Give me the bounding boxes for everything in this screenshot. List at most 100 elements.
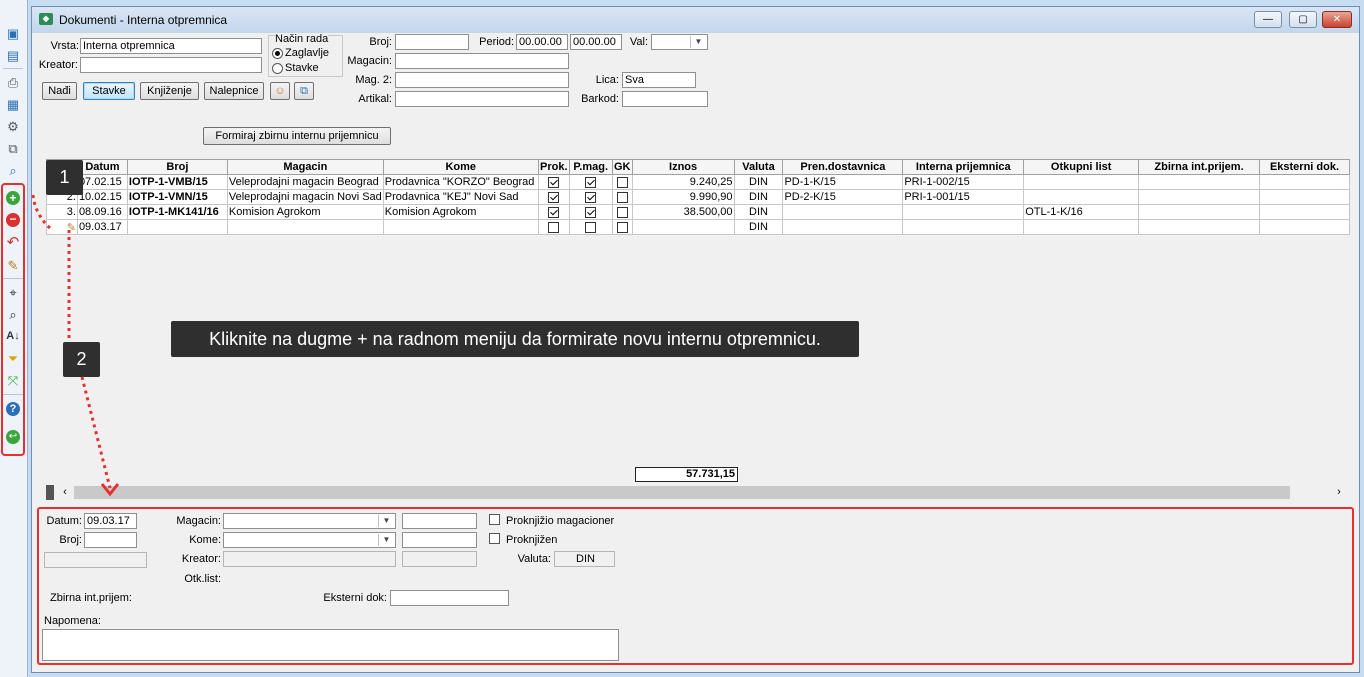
arrow-to-row: [31, 194, 54, 232]
period-from-field[interactable]: 00.00.00: [516, 34, 568, 50]
detail-kreator-code-field: [402, 551, 477, 567]
zaglavlje-radio[interactable]: [272, 48, 283, 59]
checkbox-unchecked[interactable]: [616, 191, 628, 203]
checkbox-checked[interactable]: [548, 191, 560, 203]
col-interna-prijemnica[interactable]: Interna prijemnica: [902, 159, 1025, 175]
cell-eksterni: [1258, 189, 1351, 205]
table-row[interactable]: 3. 08.09.16 IOTP-1-MK141/16 Komision Agr…: [46, 204, 1351, 220]
cell-pren: [782, 204, 904, 220]
horizontal-scrollbar[interactable]: ‹ ›: [46, 485, 1350, 502]
cell-prok[interactable]: [537, 204, 570, 220]
col-prok[interactable]: Prok.: [537, 159, 570, 175]
cell-otkupni: [1023, 174, 1140, 190]
detail-kome-code-field[interactable]: [402, 532, 477, 548]
proknjizen-checkbox[interactable]: [489, 533, 500, 544]
checkbox-unchecked[interactable]: [616, 206, 628, 218]
cell-prok[interactable]: [537, 174, 570, 190]
period-to-field[interactable]: 00.00.00: [570, 34, 622, 50]
cell-iznos: [631, 219, 735, 235]
cell-prok[interactable]: [537, 219, 570, 235]
cell-kome: Prodavnica "KEJ" Novi Sad: [382, 189, 539, 205]
scroll-thumb[interactable]: [74, 486, 1290, 499]
detail-magacin-label: Magacin:: [176, 515, 221, 527]
mag2-field[interactable]: [395, 72, 569, 88]
checkbox-checked[interactable]: [548, 176, 560, 188]
napomena-textarea[interactable]: [42, 629, 619, 661]
cell-gk[interactable]: [611, 204, 633, 220]
detail-magacin-dropdown[interactable]: ▼: [223, 513, 396, 529]
cell-gk[interactable]: [611, 219, 633, 235]
val-dropdown[interactable]: ▼: [651, 34, 708, 50]
cell-interna: [902, 204, 1025, 220]
cell-zbirna: [1138, 219, 1260, 235]
maximize-button[interactable]: ▢: [1289, 11, 1317, 28]
cell-pmag[interactable]: [568, 204, 613, 220]
table-row-new[interactable]: ✎ 09.03.17 DIN: [46, 219, 1351, 235]
tree-view-icon[interactable]: ⧉: [294, 82, 314, 100]
broj-field[interactable]: [395, 34, 469, 50]
checkbox-checked[interactable]: [585, 191, 597, 203]
chevron-down-icon: ▼: [378, 534, 394, 546]
cell-gk[interactable]: [611, 189, 633, 205]
close-button[interactable]: ✕: [1322, 11, 1352, 28]
cell-pren: PD-2-K/15: [782, 189, 904, 205]
eksterni-field[interactable]: [390, 590, 509, 606]
proknjizen-label: Proknjižen: [506, 534, 558, 546]
col-gk[interactable]: GK: [611, 159, 633, 175]
zbirna-label: Zbirna int.prijem:: [50, 592, 132, 604]
col-kome[interactable]: Kome: [382, 159, 539, 175]
artikal-field[interactable]: [395, 91, 569, 107]
checkbox-checked[interactable]: [548, 206, 560, 218]
magacin-field[interactable]: [395, 53, 569, 69]
col-iznos[interactable]: Iznos: [631, 159, 735, 175]
formiraj-zbirnu-button[interactable]: Formiraj zbirnu internu prijemnicu: [203, 127, 391, 145]
checkbox-unchecked[interactable]: [585, 221, 597, 233]
checkbox-unchecked[interactable]: [616, 176, 628, 188]
user-info-icon[interactable]: ☺: [270, 82, 290, 100]
cell-magacin: Veleprodajni magacin Novi Sad: [226, 189, 384, 205]
checkbox-checked[interactable]: [585, 176, 597, 188]
detail-datum-field[interactable]: 09.03.17: [84, 513, 137, 529]
lica-field[interactable]: Sva: [622, 72, 696, 88]
cell-pren: [782, 219, 904, 235]
table-row[interactable]: 2. 10.02.15 IOTP-1-VMN/15 Veleprodajni m…: [46, 189, 1351, 205]
cell-gk[interactable]: [611, 174, 633, 190]
col-pren-dostavnica[interactable]: Pren.dostavnica: [782, 159, 904, 175]
col-magacin[interactable]: Magacin: [226, 159, 384, 175]
checkbox-checked[interactable]: [585, 206, 597, 218]
table-row[interactable]: 1. 07.02.15 IOTP-1-VMB/15 Veleprodajni m…: [46, 174, 1351, 190]
cell-interna: PRI-1-001/15: [902, 189, 1025, 205]
col-pmag[interactable]: P.mag.: [568, 159, 613, 175]
dotted-arrows: [31, 194, 120, 497]
scroll-right-icon[interactable]: ›: [1332, 485, 1346, 500]
cell-iznos: 9.240,25: [631, 174, 735, 190]
detail-kreator-label: Kreator:: [181, 553, 221, 565]
proknjizio-checkbox[interactable]: [489, 514, 500, 525]
cell-prok[interactable]: [537, 189, 570, 205]
barkod-label: Barkod:: [581, 93, 619, 105]
detail-panel: Datum: 09.03.17 Broj: Magacin: ▼ Kome: ▼…: [37, 507, 1354, 665]
cell-pmag[interactable]: [568, 219, 613, 235]
detail-kome-dropdown[interactable]: ▼: [223, 532, 396, 548]
minimize-button[interactable]: —: [1254, 11, 1282, 28]
cell-magacin: Veleprodajni magacin Beograd: [226, 174, 384, 190]
col-eksterni-dok[interactable]: Eksterni dok.: [1258, 159, 1351, 175]
detail-magacin-code-field[interactable]: [402, 513, 477, 529]
cell-pmag[interactable]: [568, 189, 613, 205]
cell-zbirna: [1138, 174, 1260, 190]
stavke-radio[interactable]: [272, 63, 283, 74]
cell-eksterni: [1258, 174, 1351, 190]
detail-broj-field[interactable]: [84, 532, 137, 548]
cell-interna: [902, 219, 1025, 235]
col-zbirna-int-prijem[interactable]: Zbirna int.prijem.: [1138, 159, 1260, 175]
col-valuta[interactable]: Valuta: [733, 159, 784, 175]
artikal-label: Artikal:: [358, 93, 392, 105]
cell-pmag[interactable]: [568, 174, 613, 190]
col-otkupni-list[interactable]: Otkupni list: [1023, 159, 1140, 175]
barkod-field[interactable]: [622, 91, 708, 107]
checkbox-unchecked[interactable]: [548, 221, 560, 233]
cell-valuta: DIN: [733, 219, 784, 235]
napomena-label: Napomena:: [44, 615, 101, 627]
nalepnice-button[interactable]: Nalepnice: [204, 82, 264, 100]
checkbox-unchecked[interactable]: [616, 221, 628, 233]
